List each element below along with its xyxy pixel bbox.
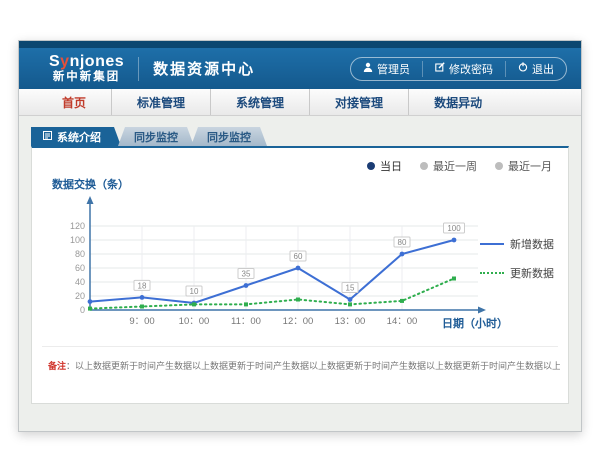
svg-text:13：00: 13：00 <box>335 316 366 327</box>
svg-text:100: 100 <box>447 224 461 233</box>
nav-item-integration-mgmt[interactable]: 对接管理 <box>309 89 408 115</box>
svg-text:20: 20 <box>75 291 85 301</box>
radio-dot-icon <box>367 162 375 170</box>
legend-item-updated-data[interactable]: 更新数据 <box>480 265 560 281</box>
brand-wordmark: Synjones <box>49 54 124 71</box>
svg-text:9：00: 9：00 <box>129 316 154 327</box>
svg-text:80: 80 <box>75 249 85 259</box>
svg-text:15: 15 <box>346 284 355 293</box>
radio-label: 当日 <box>380 158 402 174</box>
window-top-strip <box>19 41 581 48</box>
svg-text:60: 60 <box>75 263 85 273</box>
svg-text:120: 120 <box>70 221 85 231</box>
remark-text: ：以上数据更新于时间产生数据以上数据更新于时间产生数据以上数据更新于时间产生数据… <box>66 361 560 371</box>
svg-text:数据交换（条）: 数据交换（条） <box>52 177 129 191</box>
user-icon <box>363 62 373 75</box>
radio-current-day[interactable]: 当日 <box>367 158 402 174</box>
header: Synjones 新中新集团 数据资源中心 管理员 修改密码 退出 <box>19 48 581 89</box>
svg-text:18: 18 <box>138 281 147 290</box>
dotted-line-icon <box>480 272 504 274</box>
chart-legend: 新增数据 更新数据 <box>480 236 560 294</box>
brand-logo: Synjones 新中新集团 <box>49 54 124 83</box>
logout-label: 退出 <box>532 61 554 77</box>
change-password-label: 修改密码 <box>449 61 493 77</box>
company-name: 新中新集团 <box>49 71 124 83</box>
svg-text:0: 0 <box>80 305 85 315</box>
change-password-button[interactable]: 修改密码 <box>422 61 505 77</box>
svg-text:14：00: 14：00 <box>387 316 418 327</box>
tab-label: 同步监控 <box>207 129 251 145</box>
radio-last-month[interactable]: 最近一月 <box>495 158 552 174</box>
svg-text:80: 80 <box>398 238 407 247</box>
tab-label: 系统介绍 <box>57 129 101 145</box>
nav-item-system-mgmt[interactable]: 系统管理 <box>210 89 309 115</box>
svg-text:10: 10 <box>190 287 199 296</box>
tab-sync-monitor-2[interactable]: 同步监控 <box>191 127 267 146</box>
svg-text:日期（小时）: 日期（小时） <box>442 316 508 330</box>
nav-bar: 首页 标准管理 系统管理 对接管理 数据异动 <box>19 89 581 116</box>
wordmark-post: njones <box>70 53 125 70</box>
wordmark-accent: y <box>60 53 69 70</box>
power-icon <box>518 62 528 75</box>
time-range-radio-group: 当日 最近一周 最近一月 <box>367 158 552 174</box>
remark-divider <box>42 346 558 347</box>
svg-text:10：00: 10：00 <box>179 316 210 327</box>
svg-text:11：00: 11：00 <box>231 316 261 327</box>
wordmark-pre: S <box>49 53 60 70</box>
radio-label: 最近一周 <box>433 158 477 174</box>
remark: 备注：以上数据更新于时间产生数据以上数据更新于时间产生数据以上数据更新于时间产生… <box>48 359 560 372</box>
radio-label: 最近一月 <box>508 158 552 174</box>
legend-label: 更新数据 <box>510 265 554 281</box>
tab-label: 同步监控 <box>134 129 178 145</box>
chart-svg: 0 20 40 60 80 100 120 9：00 10：00 11：00 12：00 13：00 1… <box>42 174 512 344</box>
legend-item-new-data[interactable]: 新增数据 <box>480 236 560 252</box>
solid-line-icon <box>480 243 504 245</box>
svg-text:35: 35 <box>242 270 251 279</box>
tab-bar: 系统介绍 同步监控 同步监控 <box>31 127 267 146</box>
header-divider <box>138 57 139 81</box>
app-window: Synjones 新中新集团 数据资源中心 管理员 修改密码 退出 首页 标准管… <box>18 40 582 432</box>
nav-item-data-change[interactable]: 数据异动 <box>408 89 507 115</box>
radio-dot-icon <box>495 162 503 170</box>
page-title: 数据资源中心 <box>153 58 255 79</box>
tab-sync-monitor-1[interactable]: 同步监控 <box>118 127 194 146</box>
legend-label: 新增数据 <box>510 236 554 252</box>
document-grid-icon <box>43 131 52 143</box>
svg-text:60: 60 <box>294 252 303 261</box>
content-area: 系统介绍 同步监控 同步监控 当日 最近一周 <box>19 116 581 432</box>
user-menu[interactable]: 管理员 <box>351 61 422 77</box>
svg-text:100: 100 <box>70 235 85 245</box>
logout-button[interactable]: 退出 <box>505 61 566 77</box>
user-name: 管理员 <box>377 61 410 77</box>
user-toolbar: 管理员 修改密码 退出 <box>350 57 567 81</box>
edit-icon <box>435 62 445 75</box>
radio-last-week[interactable]: 最近一周 <box>420 158 477 174</box>
nav-item-standard-mgmt[interactable]: 标准管理 <box>111 89 210 115</box>
remark-label: 备注 <box>48 361 66 371</box>
svg-text:40: 40 <box>75 277 85 287</box>
chart-panel: 当日 最近一周 最近一月 0 20 40 60 80 100 120 9：00 10：00 11：… <box>31 146 569 404</box>
svg-text:12：00: 12：00 <box>283 316 314 327</box>
tab-system-intro[interactable]: 系统介绍 <box>31 127 121 146</box>
nav-item-home[interactable]: 首页 <box>37 89 111 115</box>
radio-dot-icon <box>420 162 428 170</box>
